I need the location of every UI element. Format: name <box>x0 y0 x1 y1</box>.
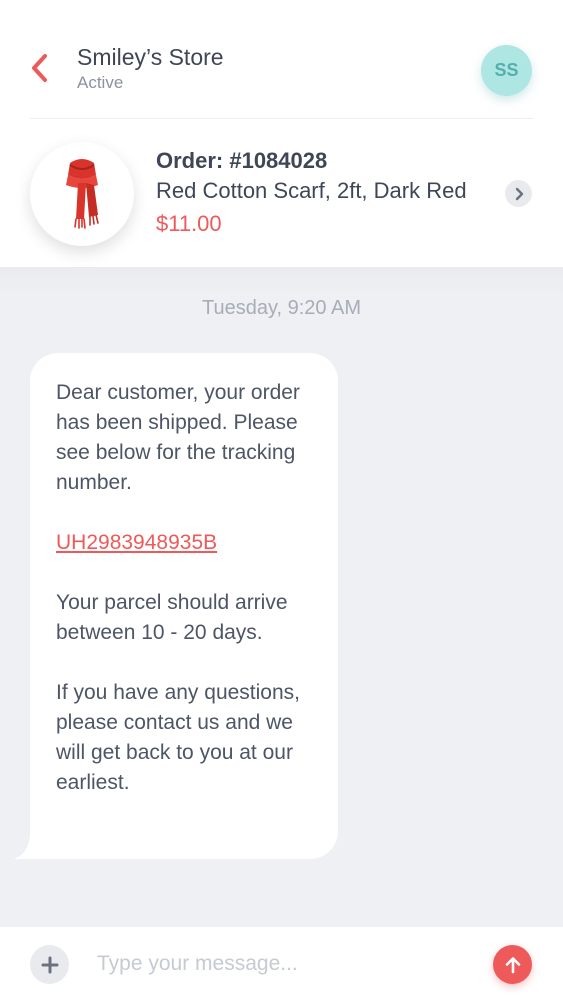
avatar[interactable]: SS <box>481 45 532 96</box>
message-timestamp: Tuesday, 9:20 AM <box>202 297 361 319</box>
order-price: $11.00 <box>156 211 222 236</box>
message-paragraph: If you have any questions, please contac… <box>56 681 300 794</box>
back-button[interactable] <box>22 50 56 86</box>
store-name: Smiley’s Store <box>77 44 224 70</box>
store-status: Active <box>77 73 124 92</box>
chevron-right-icon <box>515 187 523 200</box>
add-attachment-button[interactable] <box>30 945 69 984</box>
order-details-button[interactable] <box>505 180 532 207</box>
arrow-up-icon <box>505 956 520 973</box>
message-text: Dear customer, your order has been shipp… <box>56 378 326 798</box>
message-paragraph: Dear customer, your order has been shipp… <box>56 381 300 494</box>
top-panel: Smiley’s Store Active SS Order: #1084028… <box>0 0 563 267</box>
tracking-number-link[interactable]: UH2983948935B <box>56 531 217 554</box>
order-description: Red Cotton Scarf, 2ft, Dark Red <box>156 178 467 203</box>
chat-header: Smiley’s Store Active SS <box>0 0 563 118</box>
chevron-left-icon <box>32 54 47 82</box>
order-thumbnail <box>30 142 134 246</box>
message-input[interactable] <box>97 943 477 985</box>
order-number: Order: #1084028 <box>156 148 328 173</box>
order-card[interactable]: Order: #1084028 Red Cotton Scarf, 2ft, D… <box>0 119 563 267</box>
message-composer <box>0 927 563 1001</box>
plus-icon <box>41 956 58 973</box>
message-paragraph: Your parcel should arrive between 10 - 2… <box>56 591 288 644</box>
send-button[interactable] <box>493 945 532 984</box>
scarf-icon <box>66 159 99 229</box>
